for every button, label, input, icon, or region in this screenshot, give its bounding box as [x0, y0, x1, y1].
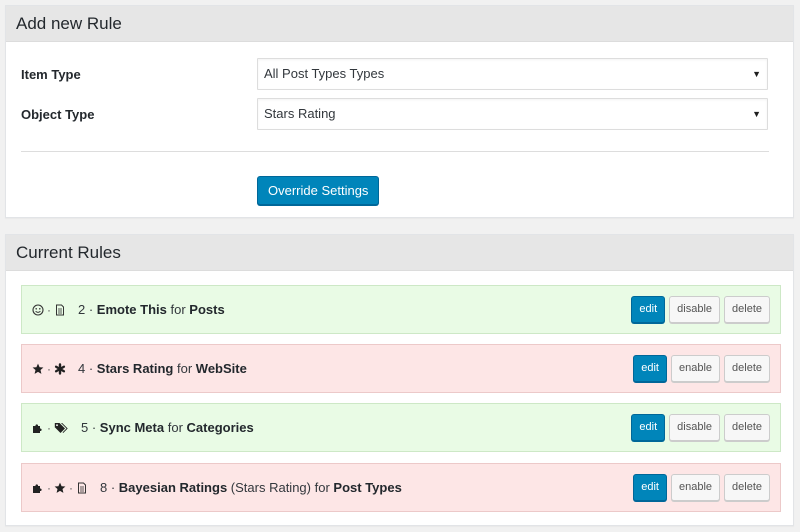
rule-name: Emote This	[96, 302, 167, 317]
puzzle-icon	[32, 422, 44, 434]
rule-name: Bayesian Ratings	[118, 480, 228, 495]
rule-extra: (Stars Rating)	[230, 480, 311, 495]
object-type-value: Stars Rating	[264, 106, 336, 121]
current-rules-panel: Current Rules · 2 · Emote This for Posts e…	[5, 234, 794, 526]
separator: ·	[47, 361, 51, 376]
add-rule-title: Add new Rule	[6, 6, 793, 42]
object-type-select[interactable]: Stars Rating ▼	[257, 98, 768, 130]
dropdown-arrow-icon: ▼	[752, 109, 761, 119]
puzzle-icon	[32, 482, 44, 494]
smiley-icon	[32, 303, 44, 316]
override-settings-button[interactable]: Override Settings	[257, 176, 380, 205]
document-icon	[54, 304, 66, 316]
dropdown-arrow-icon: ▼	[752, 69, 761, 79]
edit-button[interactable]: edit	[633, 355, 667, 382]
rule-for-word: for	[170, 302, 186, 317]
rule-name: Stars Rating	[96, 361, 174, 376]
rule-description: 4 · Stars Rating for WebSite	[78, 361, 247, 376]
rule-number: 4	[78, 361, 86, 376]
asterisk-icon	[54, 362, 66, 375]
document-icon	[76, 482, 88, 494]
rule-actions: edit disable delete	[631, 414, 770, 441]
rule-name: Sync Meta	[99, 420, 165, 435]
rule-number: 5	[81, 420, 89, 435]
rule-target: WebSite	[195, 361, 247, 376]
delete-button[interactable]: delete	[724, 296, 770, 323]
rule-row: · 4 · Stars Rating for WebSite edit enable d…	[21, 344, 781, 393]
rule-number: 8	[100, 480, 108, 495]
object-type-label: Object Type	[21, 106, 95, 122]
rule-description: 5 · Sync Meta for Categories	[81, 420, 254, 435]
rule-row: · 2 · Emote This for Posts edit disable dele…	[21, 285, 781, 334]
item-type-row: Item Type All Post Types Types ▼	[21, 58, 768, 90]
rule-actions: edit enable delete	[633, 474, 770, 501]
delete-button[interactable]: delete	[724, 414, 770, 441]
star-icon	[54, 482, 66, 494]
separator: ·	[69, 480, 73, 495]
star-icon	[32, 363, 44, 375]
rule-icons: ·	[32, 303, 66, 317]
delete-button[interactable]: delete	[724, 355, 770, 382]
disable-button[interactable]: disable	[669, 414, 721, 441]
separator: ·	[47, 480, 51, 495]
current-rules-title: Current Rules	[6, 235, 793, 271]
rule-row: · · 8 · Bayesian Ratings (Stars Rating) fo…	[21, 463, 781, 512]
object-type-row: Object Type Stars Rating ▼	[21, 98, 768, 130]
item-type-select[interactable]: All Post Types Types ▼	[257, 58, 768, 90]
disable-button[interactable]: disable	[669, 296, 721, 323]
rule-number: 2	[78, 302, 86, 317]
rule-for-word: for	[167, 420, 183, 435]
divider	[21, 151, 769, 152]
rule-target: Posts	[189, 302, 225, 317]
enable-button[interactable]: enable	[670, 355, 721, 382]
item-type-label: Item Type	[21, 66, 81, 82]
add-rule-panel: Add new Rule Item Type All Post Types Ty…	[5, 5, 794, 218]
tags-icon	[54, 422, 69, 434]
rule-description: 8 · Bayesian Ratings (Stars Rating) for …	[100, 480, 402, 495]
item-type-value: All Post Types Types	[264, 66, 385, 81]
rule-row: · 5 · Sync Meta for Categories edit disable…	[21, 403, 781, 452]
rule-icons: ·	[32, 362, 66, 376]
edit-button[interactable]: edit	[633, 474, 667, 501]
edit-button[interactable]: edit	[631, 296, 666, 323]
rule-for-word: for	[314, 480, 330, 495]
enable-button[interactable]: enable	[670, 474, 721, 501]
separator: ·	[47, 302, 51, 317]
rule-actions: edit disable delete	[631, 296, 770, 323]
edit-button[interactable]: edit	[631, 414, 666, 441]
rule-target: Categories	[186, 420, 254, 435]
rule-description: 2 · Emote This for Posts	[78, 302, 225, 317]
rule-target: Post Types	[333, 480, 402, 495]
separator: ·	[47, 420, 51, 435]
rule-icons: ·	[32, 421, 69, 435]
rule-for-word: for	[177, 361, 193, 376]
rule-actions: edit enable delete	[633, 355, 770, 382]
delete-button[interactable]: delete	[724, 474, 770, 501]
rule-icons: · ·	[32, 481, 88, 495]
